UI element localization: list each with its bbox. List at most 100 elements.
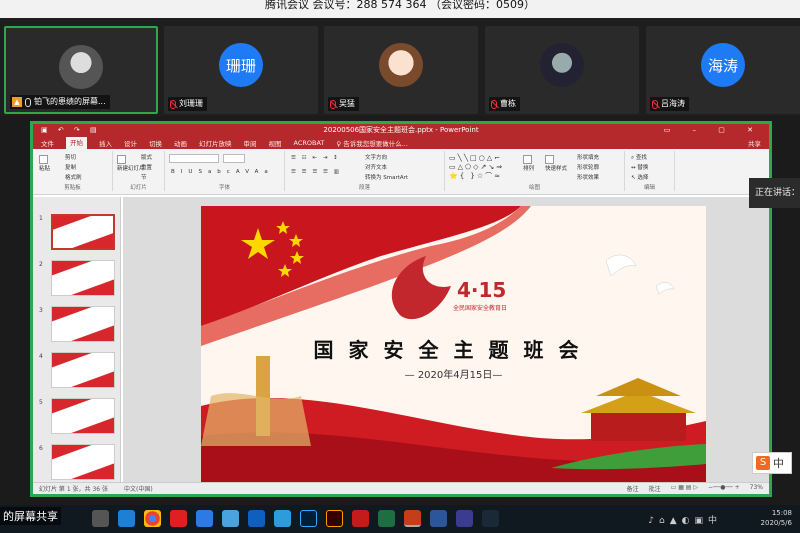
participant-tile-3[interactable]: 吴猛 xyxy=(324,26,478,114)
tab-slideshow[interactable]: 幻灯片放映 xyxy=(199,138,232,148)
list-buttons[interactable]: ☰ ☷ ⇤ ⇥ ↕ xyxy=(291,155,340,161)
group-label: 编辑 xyxy=(643,185,655,191)
font-name-select[interactable] xyxy=(169,154,219,163)
slide-thumbnail[interactable] xyxy=(51,260,115,296)
tab-animations[interactable]: 动画 xyxy=(174,138,187,148)
word-icon[interactable] xyxy=(430,510,447,527)
shape-fill-button[interactable]: 形状填充 xyxy=(577,153,599,161)
slide-thumbnail[interactable] xyxy=(51,444,115,480)
notes-button[interactable]: 备注 xyxy=(627,484,639,493)
taskbar-clock[interactable]: 15:08 2020/5/6 xyxy=(761,508,792,528)
group-label: 绘图 xyxy=(528,185,540,191)
slide-number: 3 xyxy=(39,307,43,314)
app-icon[interactable] xyxy=(248,510,265,527)
ppt-window-title: 20200506国家安全主题班会.pptx - PowerPoint xyxy=(323,126,479,134)
select-button[interactable]: ↖ 选择 xyxy=(631,173,648,181)
quick-styles-button[interactable]: 快速样式 xyxy=(545,155,567,172)
tell-me-search[interactable]: ♀ 告诉我您想要做什么... xyxy=(336,138,408,148)
slide-thumbnail[interactable] xyxy=(51,352,115,388)
tab-acrobat[interactable]: ACROBAT xyxy=(294,139,325,147)
ime-toolbar[interactable]: S 中 xyxy=(752,452,792,474)
mic-muted-icon xyxy=(170,99,176,109)
browser-icon[interactable] xyxy=(170,510,187,527)
tab-insert[interactable]: 插入 xyxy=(99,138,112,148)
current-slide[interactable]: 4·15 全民国家安全教育日 国家安全主题班会 — 2020年4月15日— xyxy=(201,206,706,486)
slide-date: — 2020年4月15日— xyxy=(404,370,503,381)
shape-outline-button[interactable]: 形状轮廓 xyxy=(577,163,599,171)
group-label: 字体 xyxy=(218,185,230,191)
group-label: 段落 xyxy=(358,185,370,191)
photoshop-icon[interactable] xyxy=(300,510,317,527)
quick-access-icons[interactable]: ▣ ↶ ↷ ▤ xyxy=(41,124,101,137)
view-buttons[interactable]: ▭ ▦ ▤ ▷ xyxy=(671,484,698,493)
participant-tile-2[interactable]: 珊珊 刘珊珊 xyxy=(164,26,318,114)
paste-button[interactable]: 粘贴 xyxy=(39,155,50,172)
arrange-button[interactable]: 排列 xyxy=(523,155,534,172)
participant-tile-4[interactable]: 曹栋 xyxy=(485,26,639,114)
group-clipboard: 粘贴 剪切 复制 格式刷 剪贴板 xyxy=(33,151,113,191)
section-button[interactable]: 节 xyxy=(141,173,147,181)
edge-icon[interactable] xyxy=(118,510,135,527)
tab-home[interactable]: 开始 xyxy=(66,137,87,149)
tab-review[interactable]: 审阅 xyxy=(244,138,257,148)
mic-muted-icon xyxy=(491,99,497,109)
system-tray-icons[interactable]: ♪⌂▲◐▣中 xyxy=(648,513,722,526)
netease-music-icon[interactable] xyxy=(352,510,369,527)
tab-view[interactable]: 视图 xyxy=(269,138,282,148)
copy-button[interactable]: 复制 xyxy=(65,163,76,171)
align-text-button[interactable]: 对齐文本 xyxy=(365,163,387,171)
font-size-select[interactable] xyxy=(223,154,245,163)
window-controls[interactable]: ▭ – ▢ ✕ xyxy=(664,124,763,137)
group-label: 幻灯片 xyxy=(130,185,147,191)
ppt-title-bar: ▣ ↶ ↷ ▤ 20200506国家安全主题班会.pptx - PowerPoi… xyxy=(33,124,769,137)
chrome-icon[interactable] xyxy=(144,510,161,527)
tab-design[interactable]: 设计 xyxy=(124,138,137,148)
cut-button[interactable]: 剪切 xyxy=(65,153,76,161)
slide-number: 6 xyxy=(39,445,43,452)
format-painter-button[interactable]: 格式刷 xyxy=(65,173,82,181)
shared-screen: ▣ ↶ ↷ ▤ 20200506国家安全主题班会.pptx - PowerPoi… xyxy=(30,121,772,497)
shapes-gallery[interactable]: ▭╲╲□○△⌐ ▭△⬠◇↗↘⇒ ⭐{ }☆⌒≈ xyxy=(449,154,504,181)
slide-thumbnail[interactable] xyxy=(51,306,115,342)
file-explorer-icon[interactable] xyxy=(92,510,109,527)
replace-button[interactable]: ↔ 替换 xyxy=(631,163,648,171)
layout-button[interactable]: 版式 xyxy=(141,153,152,161)
screen-share-label: 的屏幕共享 xyxy=(0,507,61,525)
host-icon: ▲ xyxy=(12,97,22,107)
participant-tile-1[interactable]: ▲ 铂飞的患绩的屏幕... xyxy=(4,26,158,114)
tab-transitions[interactable]: 切换 xyxy=(149,138,162,148)
zoom-level[interactable]: 73% xyxy=(750,484,763,493)
excel-icon[interactable] xyxy=(378,510,395,527)
align-buttons[interactable]: ☰ ☰ ☰ ☰ ▥ xyxy=(291,169,341,175)
steam-icon[interactable] xyxy=(482,510,499,527)
text-direction-button[interactable]: 文字方向 xyxy=(365,153,387,161)
slide-editor-area: 4·15 全民国家安全教育日 国家安全主题班会 — 2020年4月15日— xyxy=(123,197,769,486)
participant-nametag: 吴猛 xyxy=(328,97,359,111)
powerpoint-icon[interactable] xyxy=(404,510,421,527)
zoom-slider[interactable]: −──●── + xyxy=(708,484,740,493)
shape-effect-button[interactable]: 形状效果 xyxy=(577,173,599,181)
slide-thumbnail[interactable] xyxy=(51,398,115,434)
participant-tile-5[interactable]: 海涛 吕海涛 xyxy=(646,26,800,114)
reset-button[interactable]: 重置 xyxy=(141,163,152,171)
arrange-icon xyxy=(523,155,532,164)
comments-button[interactable]: 批注 xyxy=(649,484,661,493)
slide-thumbnail[interactable] xyxy=(51,214,115,250)
smartart-button[interactable]: 转换为 SmartArt xyxy=(365,173,408,181)
meeting-title: 腾讯会议 会议号：288 574 364 （会议密码：0509） xyxy=(265,0,535,11)
slide-number: 5 xyxy=(39,399,43,406)
find-button[interactable]: ⌕ 查找 xyxy=(631,153,647,162)
tab-file[interactable]: 文件 xyxy=(41,138,54,148)
font-format-buttons[interactable]: BIUSabcAVAa xyxy=(171,169,274,175)
illustrator-icon[interactable] xyxy=(326,510,343,527)
clock-time: 15:08 xyxy=(771,509,792,517)
new-slide-icon xyxy=(117,155,126,164)
app-icon[interactable] xyxy=(456,510,473,527)
ime-mode[interactable]: 中 xyxy=(773,455,784,471)
speaking-indicator: 正在讲话： xyxy=(749,178,800,208)
app-icon[interactable] xyxy=(222,510,239,527)
app-icon[interactable] xyxy=(274,510,291,527)
share-button[interactable]: 共享 xyxy=(748,138,761,148)
app-icon[interactable] xyxy=(196,510,213,527)
participant-name: 吴猛 xyxy=(339,99,355,108)
